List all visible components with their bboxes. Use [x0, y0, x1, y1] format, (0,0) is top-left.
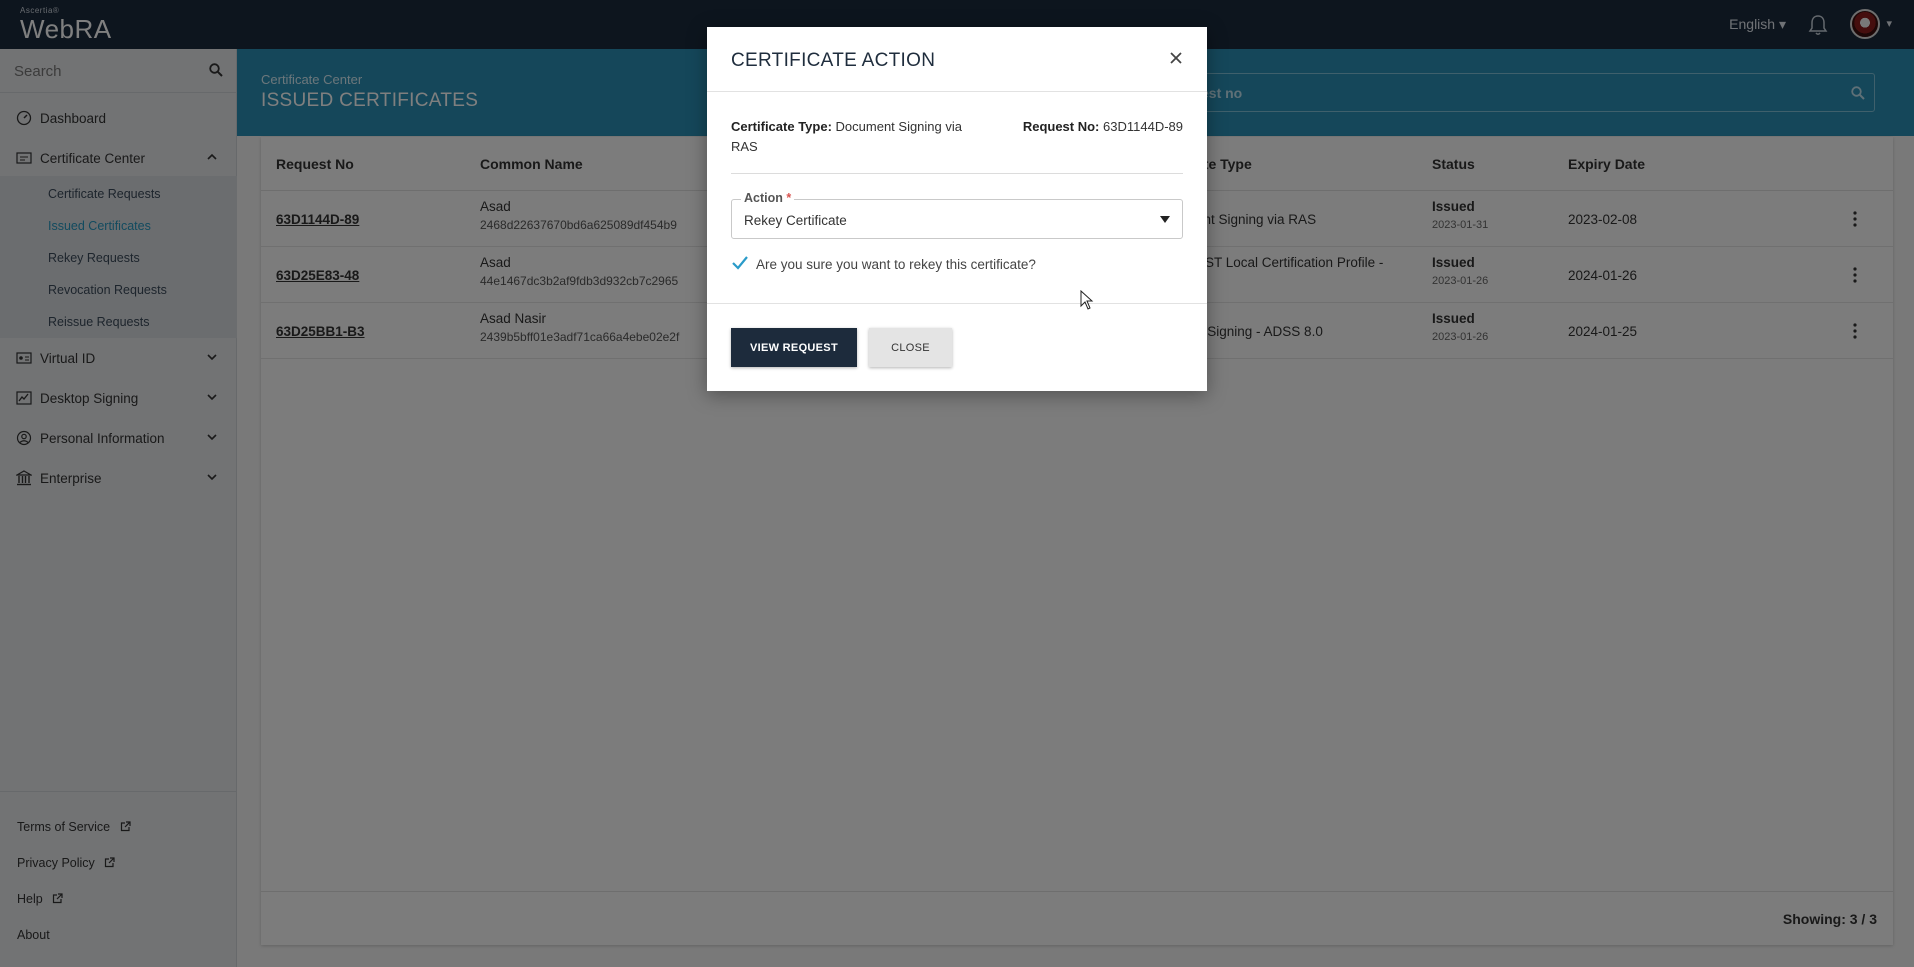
- request-no-label: Request No:: [1022, 119, 1100, 134]
- close-icon[interactable]: [1169, 51, 1183, 65]
- divider: [707, 91, 1207, 92]
- divider: [707, 303, 1207, 304]
- mouse-cursor-icon: [1080, 290, 1094, 310]
- action-label-text: Action: [744, 191, 783, 205]
- action-label: Action *: [741, 191, 795, 205]
- certificate-action-dialog: CERTIFICATE ACTION Certificate Type: Doc…: [707, 27, 1207, 391]
- divider: [731, 173, 1183, 174]
- caret-down-icon: [1160, 216, 1170, 223]
- dialog-title: CERTIFICATE ACTION: [731, 50, 936, 71]
- request-no-info: Request No: 63D1144D-89: [1023, 117, 1183, 137]
- close-button[interactable]: CLOSE: [869, 328, 952, 367]
- confirm-checkbox[interactable]: [731, 255, 749, 271]
- action-select[interactable]: Action * Rekey Certificate: [731, 191, 1183, 239]
- view-request-button[interactable]: VIEW REQUEST: [731, 328, 857, 367]
- certificate-type-info: Certificate Type: Document Signing via R…: [731, 117, 971, 157]
- action-selected-value: Rekey Certificate: [744, 213, 847, 228]
- confirm-text[interactable]: Are you sure you want to rekey this cert…: [756, 257, 1036, 272]
- required-marker: *: [786, 191, 792, 205]
- certificate-type-label: Certificate Type:: [731, 119, 832, 134]
- request-no-value: 63D1144D-89: [1103, 119, 1183, 134]
